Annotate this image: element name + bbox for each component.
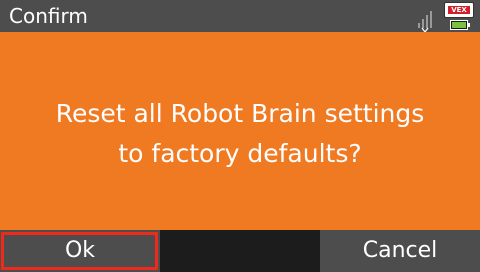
button-bar-spacer (160, 230, 320, 272)
screen-title: Confirm (9, 4, 88, 28)
ok-button[interactable]: Ok (0, 230, 160, 272)
cancel-button[interactable]: Cancel (320, 230, 480, 272)
signal-strength-icon (418, 11, 432, 32)
confirm-screen: Confirm VEX Reset all Robot Brain settin… (0, 0, 480, 272)
confirm-message-panel: Reset all Robot Brain settings to factor… (0, 32, 480, 230)
brand-logo-text: VEX (448, 6, 470, 14)
brand-logo-icon: VEX (444, 2, 474, 18)
confirm-message: Reset all Robot Brain settings to factor… (56, 88, 425, 174)
battery-icon (450, 20, 470, 30)
title-bar: Confirm VEX (0, 0, 480, 32)
message-line-2: to factory defaults? (118, 139, 362, 168)
message-line-1: Reset all Robot Brain settings (55, 99, 425, 128)
